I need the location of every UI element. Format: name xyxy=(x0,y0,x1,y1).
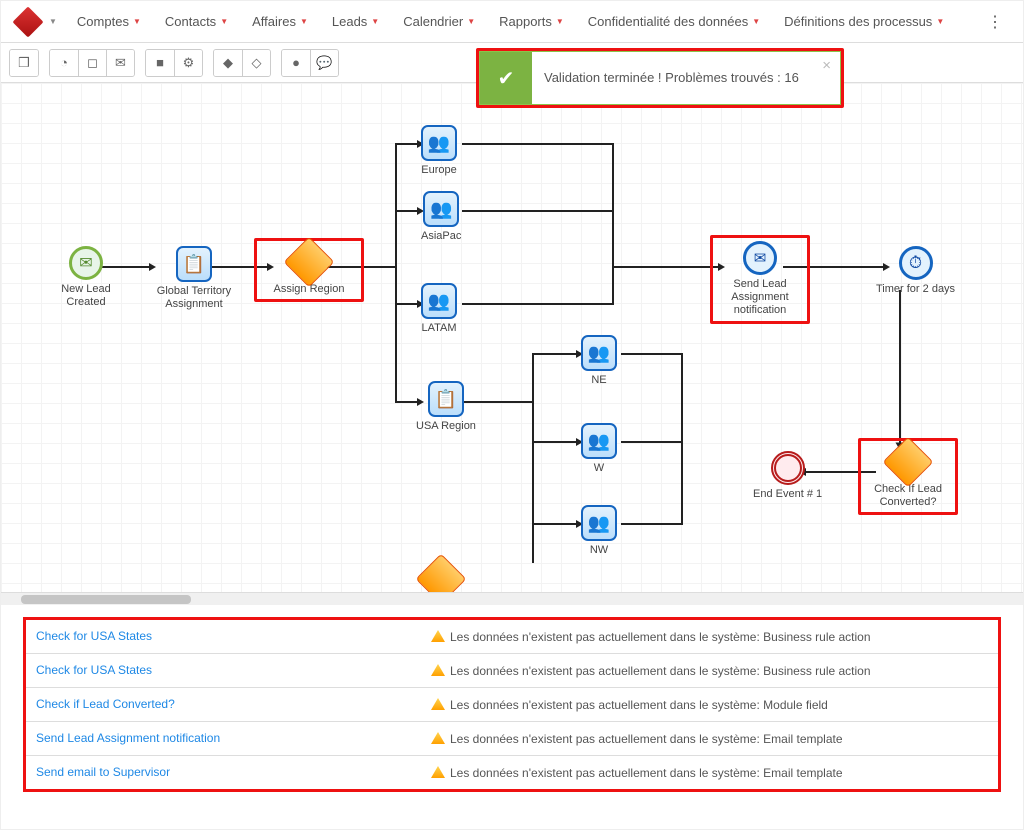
validation-row: Check for USA States Les données n'exist… xyxy=(26,620,998,654)
nav-definitions-processus[interactable]: Définitions des processus▼ xyxy=(774,8,954,35)
nav-calendrier[interactable]: Calendrier▼ xyxy=(393,8,485,35)
horizontal-scrollbar[interactable] xyxy=(1,592,1023,605)
toast-message: Validation terminée ! Problèmes trouvés … xyxy=(532,62,840,95)
tool-circle-icon[interactable]: ● xyxy=(282,50,310,76)
timer-event-icon: ⏱ xyxy=(899,246,933,280)
close-icon[interactable]: × xyxy=(822,57,831,74)
nav-more-button[interactable]: ⋮ xyxy=(977,6,1013,38)
node-usa-region[interactable]: 📋 USA Region xyxy=(416,381,476,433)
validation-message: Les données n'existent pas actuellement … xyxy=(431,663,988,678)
activity-icon: 📋 xyxy=(428,381,464,417)
users-icon: 👥 xyxy=(421,125,457,161)
node-timer[interactable]: ⏱ Timer for 2 days xyxy=(876,246,955,296)
validation-toast: ✔ Validation terminée ! Problèmes trouvé… xyxy=(476,48,844,108)
nav-contacts[interactable]: Contacts▼ xyxy=(155,8,238,35)
node-assign-region[interactable]: Assign Region xyxy=(254,238,364,302)
start-event-icon: ✉ xyxy=(69,246,103,280)
tool-mail-icon[interactable]: ✉ xyxy=(106,50,134,76)
gateway-icon xyxy=(883,437,934,488)
caret-down-icon: ▼ xyxy=(467,17,475,26)
validation-message: Les données n'existent pas actuellement … xyxy=(431,629,988,644)
nav-confidentialite[interactable]: Confidentialité des données▼ xyxy=(578,8,770,35)
caret-down-icon: ▼ xyxy=(49,17,57,26)
warning-icon xyxy=(431,664,445,676)
gateway-icon xyxy=(284,237,335,288)
node-latam[interactable]: 👥 LATAM xyxy=(421,283,457,335)
validation-row: Check if Lead Converted? Les données n'e… xyxy=(26,688,998,722)
validation-row: Send email to Supervisor Les données n'e… xyxy=(26,756,998,789)
validation-message: Les données n'existent pas actuellement … xyxy=(431,765,988,780)
validation-link[interactable]: Check for USA States xyxy=(36,663,431,678)
node-global-territory[interactable]: 📋 Global Territory Assignment xyxy=(149,246,239,311)
nav-affaires[interactable]: Affaires▼ xyxy=(242,8,318,35)
tool-inbox-icon[interactable]: ◻ xyxy=(78,50,106,76)
node-europe[interactable]: 👥 Europe xyxy=(421,125,457,177)
warning-icon xyxy=(431,732,445,744)
validation-link[interactable]: Send Lead Assignment notification xyxy=(36,731,431,746)
nav-rapports[interactable]: Rapports▼ xyxy=(489,8,574,35)
validation-link[interactable]: Check for USA States xyxy=(36,629,431,644)
users-icon: 👥 xyxy=(581,335,617,371)
validation-message: Les données n'existent pas actuellement … xyxy=(431,731,988,746)
end-event-icon xyxy=(771,451,805,485)
scrollbar-thumb[interactable] xyxy=(21,595,191,604)
tool-stop-icon[interactable]: ■ xyxy=(146,50,174,76)
node-new-lead-created[interactable]: ✉ New Lead Created xyxy=(41,246,131,309)
caret-down-icon: ▼ xyxy=(936,17,944,26)
users-icon: 👥 xyxy=(421,283,457,319)
tool-cube-icon[interactable]: ❒ xyxy=(10,50,38,76)
tool-comment-icon[interactable]: 💬 xyxy=(310,50,338,76)
check-circle-icon: ✔ xyxy=(480,52,532,104)
validation-link[interactable]: Send email to Supervisor xyxy=(36,765,431,780)
caret-down-icon: ▼ xyxy=(300,17,308,26)
validation-row: Send Lead Assignment notification Les do… xyxy=(26,722,998,756)
caret-down-icon: ▼ xyxy=(220,17,228,26)
users-icon: 👥 xyxy=(581,505,617,541)
logo-icon xyxy=(12,6,43,37)
caret-down-icon: ▼ xyxy=(752,17,760,26)
validation-list: Check for USA States Les données n'exist… xyxy=(23,617,1001,792)
logo-menu[interactable]: ▼ xyxy=(11,11,63,33)
tool-clock-icon[interactable]: ◔ xyxy=(50,50,78,76)
node-asiapac[interactable]: 👥 AsiaPac xyxy=(421,191,461,243)
node-send-lead-notification[interactable]: ✉ Send Lead Assignment notification xyxy=(710,235,810,324)
validation-link[interactable]: Check if Lead Converted? xyxy=(36,697,431,712)
node-check-lead-converted[interactable]: Check If Lead Converted? xyxy=(858,438,958,515)
caret-down-icon: ▼ xyxy=(556,17,564,26)
validation-message: Les données n'existent pas actuellement … xyxy=(431,697,988,712)
nav-leads[interactable]: Leads▼ xyxy=(322,8,389,35)
activity-icon: 📋 xyxy=(176,246,212,282)
tool-diamond2-icon[interactable]: ◇ xyxy=(242,50,270,76)
process-canvas[interactable]: ✉ New Lead Created 📋 Global Territory As… xyxy=(1,83,1023,605)
caret-down-icon: ▼ xyxy=(371,17,379,26)
tool-diamond-icon[interactable]: ◆ xyxy=(214,50,242,76)
node-end-event[interactable]: End Event # 1 xyxy=(753,451,822,501)
node-ne[interactable]: 👥 NE xyxy=(581,335,617,387)
node-nw[interactable]: 👥 NW xyxy=(581,505,617,557)
warning-icon xyxy=(431,698,445,710)
users-icon: 👥 xyxy=(423,191,459,227)
caret-down-icon: ▼ xyxy=(133,17,141,26)
nav-comptes[interactable]: Comptes▼ xyxy=(67,8,151,35)
node-w[interactable]: 👥 W xyxy=(581,423,617,475)
top-nav: ▼ Comptes▼ Contacts▼ Affaires▼ Leads▼ Ca… xyxy=(1,1,1023,43)
warning-icon xyxy=(431,766,445,778)
users-icon: 👥 xyxy=(581,423,617,459)
mail-event-icon: ✉ xyxy=(743,241,777,275)
validation-row: Check for USA States Les données n'exist… xyxy=(26,654,998,688)
tool-gears-icon[interactable]: ⚙ xyxy=(174,50,202,76)
warning-icon xyxy=(431,630,445,642)
